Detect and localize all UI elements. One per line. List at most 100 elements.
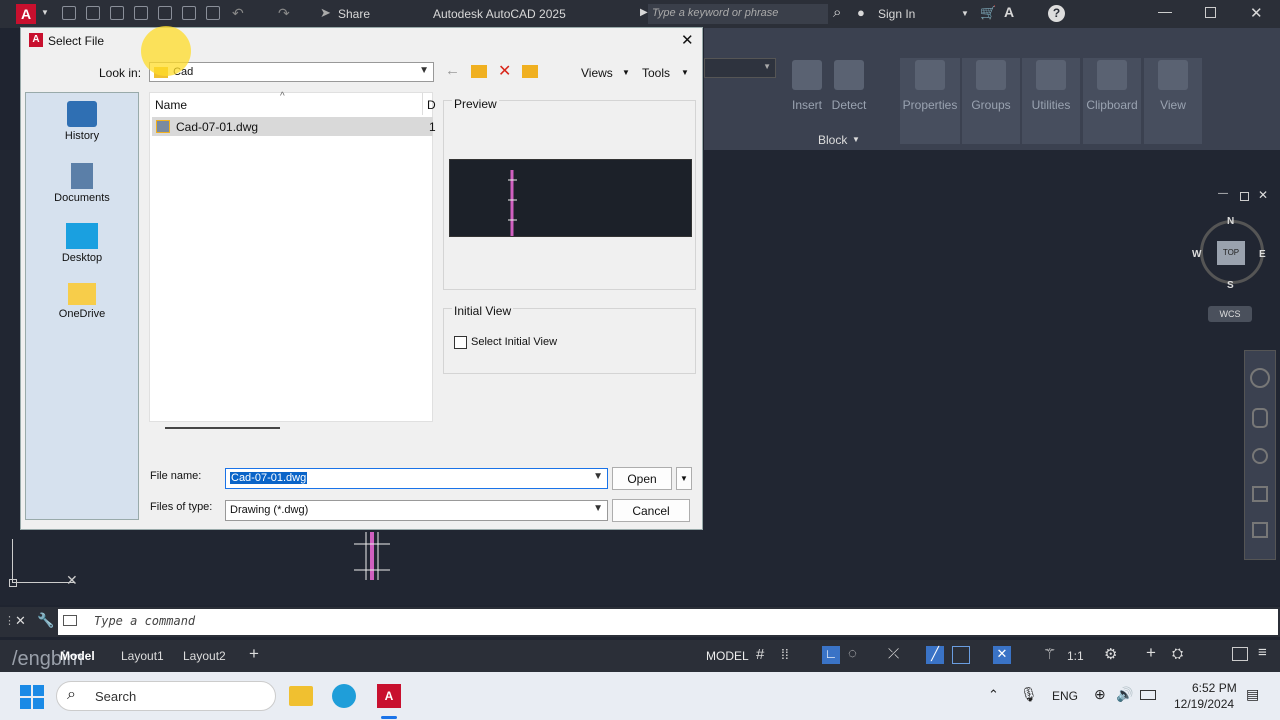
taskbar-search[interactable]: ⌕ Search [56,681,276,711]
edge-icon[interactable] [332,684,356,708]
column-header-date[interactable]: D [427,98,436,112]
settings-gear-icon[interactable]: ⚙ [1104,645,1117,663]
user-icon[interactable]: ● [857,5,865,20]
tab-layout1[interactable]: Layout1 [121,649,164,663]
showmotion-icon[interactable] [1252,522,1268,538]
clock-time[interactable]: 6:52 PM [1192,681,1237,695]
ribbon-detect[interactable]: Detect [820,58,878,144]
annotation-scale-icon[interactable]: ⚚ [1043,645,1056,663]
viewport-close-icon[interactable]: ✕ [1258,188,1268,202]
isolate-icon[interactable]: ⛭ [1172,645,1183,662]
snap-icon[interactable]: ⁞⁞ [781,646,789,662]
transparency-icon[interactable] [952,646,970,664]
sign-in-chevron-icon[interactable]: ▼ [961,9,969,18]
scale-label[interactable]: 1:1 [1067,649,1084,663]
place-history[interactable]: History [26,101,138,142]
app-logo[interactable]: A [16,4,36,24]
open-file-icon[interactable] [86,6,100,20]
delete-icon[interactable]: ✕ [498,61,511,81]
zoom-icon[interactable] [1252,448,1268,464]
lineweight-icon[interactable]: ╱ [926,646,944,664]
search-arrow-icon[interactable]: ▶ [640,7,648,18]
command-history-icon[interactable] [63,615,77,626]
share-icon[interactable]: ➤ [320,5,331,21]
file-name-field[interactable]: Cad-07-01.dwg ▼ [225,468,608,489]
drawing-column[interactable] [352,532,392,582]
column-header-name[interactable]: Name [155,98,187,112]
ribbon-properties[interactable]: Properties [900,58,960,144]
plot-icon[interactable] [206,6,220,20]
save-icon[interactable] [110,6,124,20]
osnap-icon[interactable]: ⤫ [888,645,899,662]
sign-in-button[interactable]: Sign In [878,7,915,21]
clock-date[interactable]: 12/19/2024 [1174,697,1234,711]
autocad-taskbar-icon[interactable]: A [377,684,401,708]
ribbon-utilities[interactable]: Utilities [1022,58,1080,144]
select-initial-view-label[interactable]: Select Initial View [471,336,557,348]
pan-icon[interactable] [1252,408,1268,428]
tools-chevron-icon[interactable]: ▼ [681,68,689,77]
place-onedrive[interactable]: OneDrive [26,283,138,320]
open-options-button[interactable]: ▼ [676,467,692,490]
polar-icon[interactable]: ◌ [848,645,857,662]
customize-menu-icon[interactable]: ≡ [1258,644,1267,661]
tab-model[interactable]: Model [60,649,95,663]
files-of-type-dropdown[interactable]: Drawing (*.dwg) ▼ [225,500,608,521]
open-web-icon[interactable] [158,6,172,20]
command-close-icon[interactable]: ✕ [15,613,26,629]
add-layout-icon[interactable]: + [249,644,259,664]
restore-icon[interactable] [1205,7,1216,18]
tools-menu[interactable]: Tools [642,66,670,80]
help-icon[interactable]: ? [1048,5,1065,22]
look-in-dropdown[interactable]: Cad ▼ [149,62,434,82]
new-file-icon[interactable] [62,6,76,20]
notification-icon[interactable]: ▤ [1246,686,1259,703]
annotation-visibility-icon[interactable]: ✕ [993,646,1011,664]
undo-icon[interactable]: ↶ [232,5,244,22]
tab-layout2[interactable]: Layout2 [183,649,226,663]
start-icon[interactable] [20,685,44,709]
file-explorer-icon[interactable] [289,686,313,706]
app-menu-chevron-icon[interactable]: ▼ [41,8,49,17]
help-search-input[interactable]: Type a keyword or phrase [648,4,828,24]
new-folder-icon[interactable] [522,65,538,78]
command-settings-icon[interactable]: 🔧 [37,612,54,629]
file-list[interactable]: Name ^ D Cad-07-01.dwg 1 [149,91,436,422]
block-panel-label[interactable]: Block [818,133,847,147]
add-icon[interactable]: + [1146,643,1156,663]
block-panel-chevron-icon[interactable]: ▼ [852,135,860,144]
place-documents[interactable]: Documents [26,163,138,204]
column-divider[interactable] [422,93,423,115]
place-desktop[interactable]: Desktop [26,223,138,264]
redo-icon[interactable]: ↷ [278,5,290,22]
language-indicator[interactable]: ENG [1052,689,1078,703]
views-menu[interactable]: Views [581,66,613,80]
horizontal-scrollbar[interactable] [165,427,280,429]
cancel-button[interactable]: Cancel [612,499,690,522]
table-row[interactable]: Cad-07-01.dwg 1 [152,117,436,136]
volume-icon[interactable]: 🔊 [1116,686,1133,703]
save-as-icon[interactable] [134,6,148,20]
command-grip-icon[interactable]: ⋮ [4,614,15,627]
ortho-icon[interactable]: ∟ [822,646,840,664]
close-icon[interactable]: ✕ [1250,4,1263,22]
fullscreen-icon[interactable] [1232,647,1248,661]
cart-icon[interactable]: 🛒 [980,5,996,21]
dialog-close-icon[interactable]: ✕ [681,31,694,49]
minimize-icon[interactable]: — [1158,3,1172,19]
up-folder-icon[interactable] [471,65,487,78]
open-button[interactable]: Open [612,467,672,490]
ribbon-groups[interactable]: Groups [962,58,1020,144]
back-icon[interactable]: ← [445,62,460,79]
views-chevron-icon[interactable]: ▼ [622,68,630,77]
share-button[interactable]: Share [338,7,370,21]
wheel-icon[interactable] [1250,368,1270,388]
viewport-restore-icon[interactable] [1240,192,1249,201]
viewport-minimize-icon[interactable]: — [1218,188,1228,199]
ribbon-view[interactable]: View [1144,58,1202,144]
autodesk-account-icon[interactable]: A [1004,4,1014,20]
select-initial-view-checkbox[interactable] [454,336,467,349]
model-space-button[interactable]: MODEL [706,649,749,663]
search-icon[interactable]: ⌕ [833,4,841,21]
grid-icon[interactable]: # [756,646,764,663]
